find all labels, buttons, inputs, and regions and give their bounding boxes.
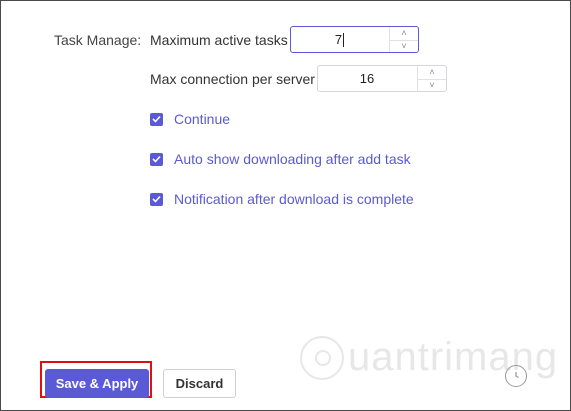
option-continue[interactable]: Continue xyxy=(150,111,230,127)
chevron-up-icon[interactable]: ˄ xyxy=(390,27,418,41)
max-active-tasks-stepper[interactable]: 7 ˄ ˅ xyxy=(290,26,419,53)
option-notification-complete-label: Notification after download is complete xyxy=(174,191,414,207)
option-continue-label: Continue xyxy=(174,111,231,127)
option-auto-show-downloading-label: Auto show downloading after add task xyxy=(174,151,411,167)
option-notification-complete[interactable]: Notification after download is complete xyxy=(150,191,414,207)
checkbox-auto-show-downloading[interactable] xyxy=(150,152,163,166)
section-label-task-manage: Task Manage: xyxy=(54,32,142,48)
checkbox-notification-complete[interactable] xyxy=(150,192,163,206)
chevron-down-icon[interactable]: ˅ xyxy=(390,40,418,53)
max-connection-spin: ˄ ˅ xyxy=(417,66,446,91)
lightbulb-icon xyxy=(300,335,344,380)
checkmark-icon xyxy=(152,115,161,123)
chevron-down-icon[interactable]: ˅ xyxy=(418,79,446,92)
clock-icon xyxy=(505,365,527,387)
max-active-tasks-spin: ˄ ˅ xyxy=(389,27,418,52)
max-connection-label: Max connection per server xyxy=(150,71,315,87)
checkmark-icon xyxy=(152,155,161,163)
save-apply-button[interactable]: Save & Apply xyxy=(45,369,149,398)
option-auto-show-downloading[interactable]: Auto show downloading after add task xyxy=(150,151,411,167)
checkbox-continue[interactable] xyxy=(150,112,163,126)
max-active-tasks-label: Maximum active tasks xyxy=(150,32,288,48)
max-connection-value[interactable]: 16 xyxy=(318,66,416,91)
clock-hands xyxy=(515,372,519,379)
chevron-up-icon[interactable]: ˄ xyxy=(418,66,446,80)
max-connection-stepper[interactable]: 16 ˄ ˅ xyxy=(317,65,447,92)
max-active-tasks-value[interactable]: 7 xyxy=(291,27,388,52)
text-caret xyxy=(343,32,345,47)
checkmark-icon xyxy=(152,195,161,203)
discard-button[interactable]: Discard xyxy=(163,369,236,398)
